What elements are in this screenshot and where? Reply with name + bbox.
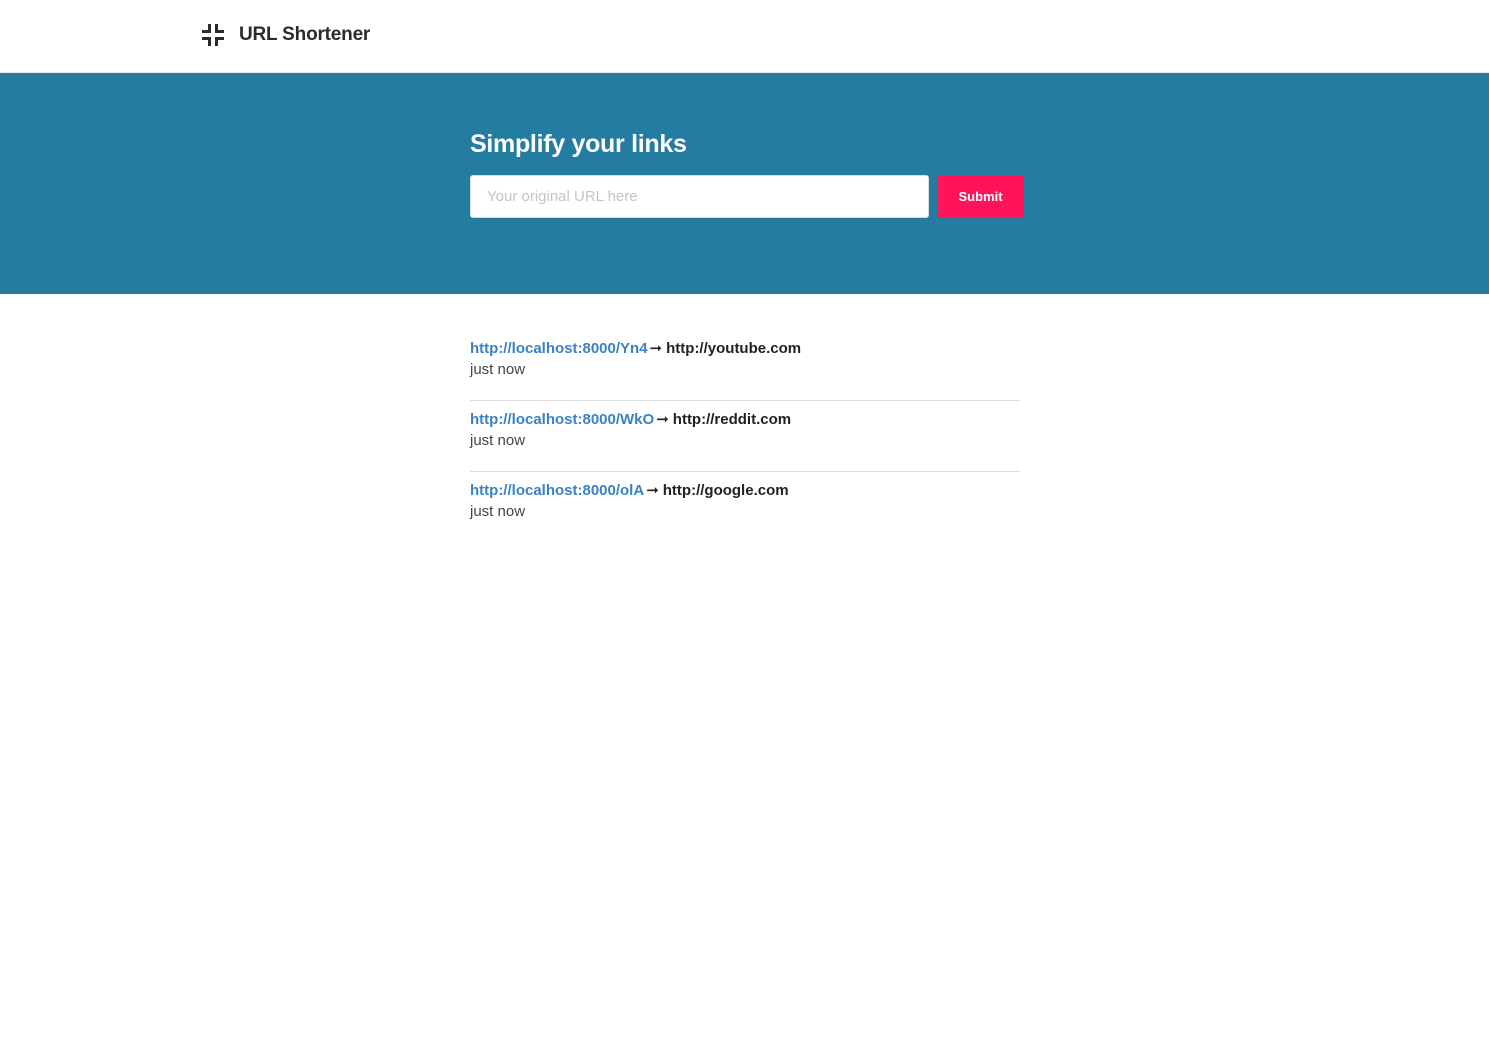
link-line: http://localhost:8000/olA ➞ http://google.… [470,480,1020,501]
hero-section: Simplify your links Submit [0,73,1489,294]
url-input[interactable] [470,175,929,218]
created-time: just now [470,361,526,378]
link-list: http://localhost:8000/Yn4 ➞ http://youtube… [470,330,1020,542]
submit-button[interactable]: Submit [937,175,1024,218]
list-item: http://localhost:8000/WkO ➞ http://reddit.… [470,401,1020,472]
created-time: just now [470,503,526,520]
created-time: just now [470,432,526,449]
short-url-link[interactable]: http://localhost:8000/olA [470,482,644,499]
arrow-right-icon: ➞ [646,482,659,499]
top-navbar: URL Shortener [0,0,1489,73]
list-item: http://localhost:8000/olA ➞ http://google.… [470,472,1020,542]
original-url: http://google.com [662,482,789,499]
shorten-form-container: Simplify your links Submit [470,129,1024,218]
hero-title: Simplify your links [470,130,687,158]
original-url: http://youtube.com [666,340,802,357]
app-title: URL Shortener [239,24,371,45]
arrow-right-icon: ➞ [656,411,669,428]
compress-icon [200,22,226,48]
original-url: http://reddit.com [672,411,792,428]
shorten-form: Submit [470,175,1024,218]
brand-link[interactable]: URL Shortener [200,21,370,49]
link-line: http://localhost:8000/WkO ➞ http://reddit.… [470,409,1020,430]
short-url-link[interactable]: http://localhost:8000/Yn4 [470,340,648,357]
list-item: http://localhost:8000/Yn4 ➞ http://youtube… [470,330,1020,401]
arrow-right-icon: ➞ [649,340,663,357]
link-line: http://localhost:8000/Yn4 ➞ http://youtube… [470,338,1020,359]
short-url-link[interactable]: http://localhost:8000/WkO [470,411,654,428]
